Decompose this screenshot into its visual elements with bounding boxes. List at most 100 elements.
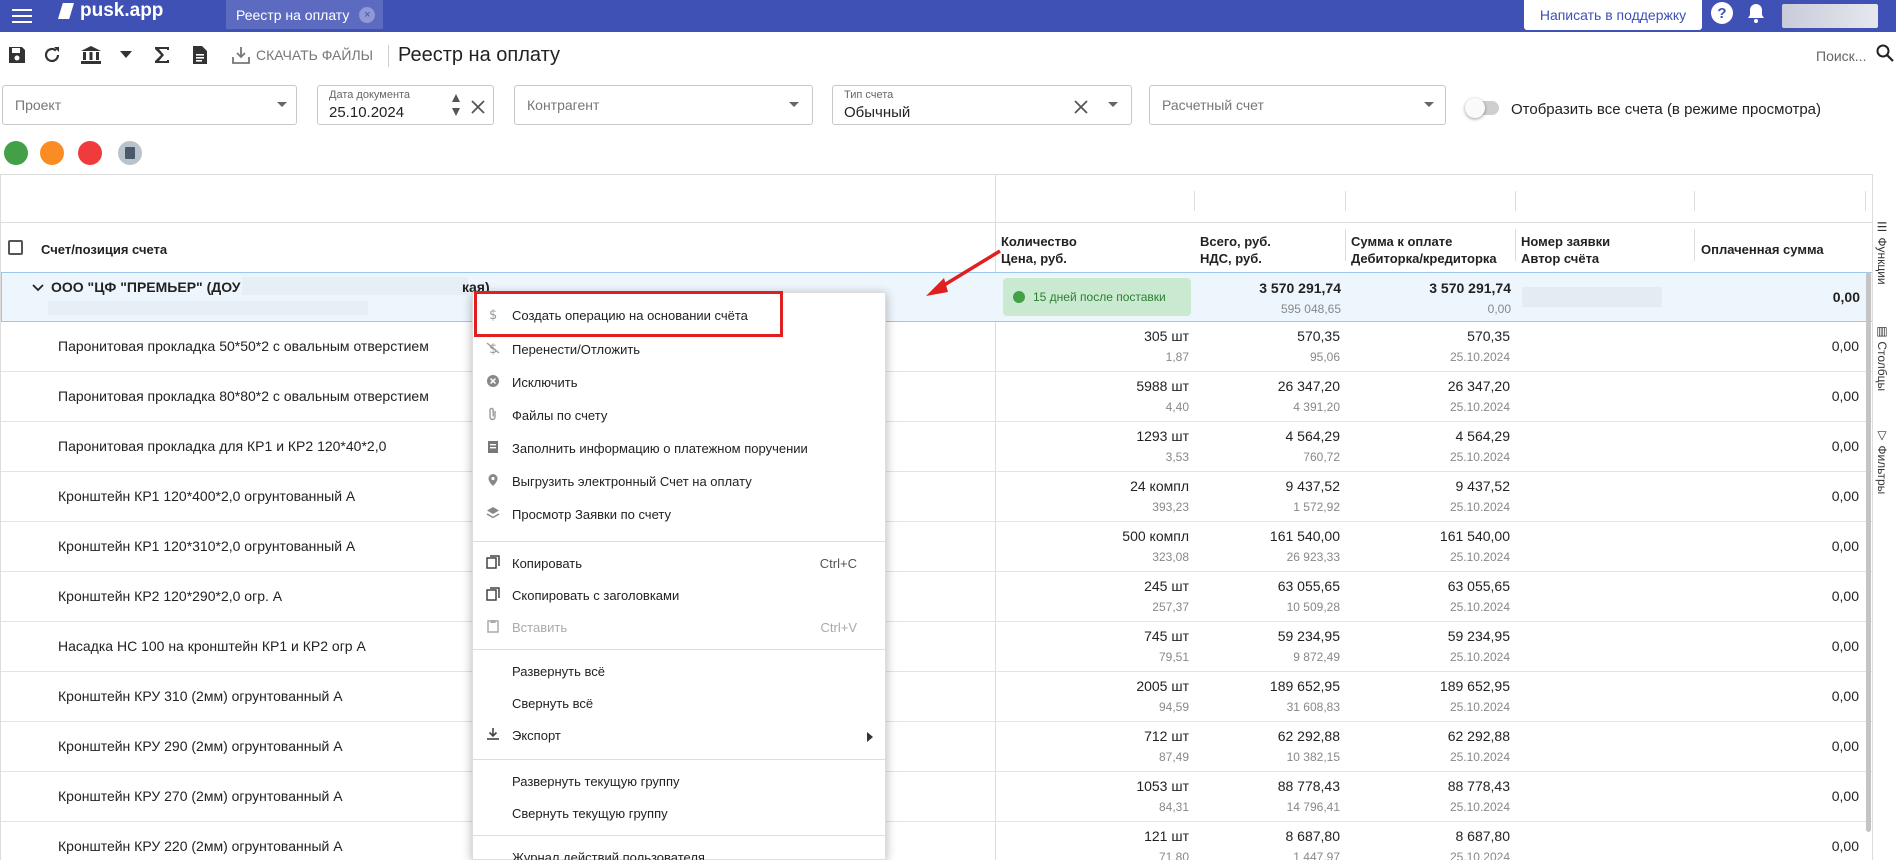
item-qty: 1293 шт: [1136, 428, 1189, 444]
tab-payment-registry[interactable]: Реестр на оплату ×: [226, 0, 383, 29]
menu-divider: [473, 835, 885, 836]
item-total: 26 347,20: [1277, 378, 1340, 394]
header-qty[interactable]: Количество Цена, руб.: [1001, 233, 1077, 267]
search-icon[interactable]: [1876, 44, 1894, 67]
counterparty-select[interactable]: Контрагент: [514, 85, 813, 125]
search-input[interactable]: Поиск...: [1816, 48, 1866, 64]
item-paid: 0,00: [1831, 838, 1859, 854]
document-icon[interactable]: [189, 44, 211, 66]
counterparty-placeholder: Контрагент: [527, 97, 600, 113]
table-row[interactable]: Кронштейн КРУ 310 (2мм) огрунтованный А 2…: [1, 672, 1872, 722]
document-date-field[interactable]: Дата документа 25.10.2024: [317, 85, 494, 125]
bell-icon[interactable]: [1745, 2, 1767, 24]
item-date: 25.10.2024: [1449, 400, 1510, 414]
menu-item-expand-all[interactable]: Развернуть всё: [473, 657, 885, 685]
table-row[interactable]: Кронштейн КР1 120*310*2,0 огрунтованный …: [1, 522, 1872, 572]
table-row[interactable]: Кронштейн КРУ 290 (2мм) огрунтованный А 7…: [1, 722, 1872, 772]
table-row[interactable]: Кронштейн КРУ 270 (2мм) огрунтованный А 1…: [1, 772, 1872, 822]
item-paid: 0,00: [1831, 538, 1859, 554]
calculator-icon[interactable]: [118, 141, 142, 165]
filters-tab[interactable]: ▽ Фильтры: [1875, 428, 1889, 494]
chevron-down-icon: [277, 102, 287, 107]
menu-item-collapse-all[interactable]: Свернуть всё: [473, 689, 885, 717]
item-total: 4 564,29: [1285, 428, 1341, 444]
status-dot-icon: [1013, 291, 1025, 303]
save-icon[interactable]: [6, 44, 28, 66]
header-request[interactable]: Номер заявки Автор счёта: [1521, 233, 1610, 267]
item-pay: 62 292,88: [1447, 728, 1510, 744]
item-total: 88 778,43: [1277, 778, 1340, 794]
menu-icon[interactable]: [12, 5, 32, 25]
item-qty: 745 шт: [1144, 628, 1189, 644]
app-logo[interactable]: pusk.app: [58, 0, 163, 22]
support-button[interactable]: Написать в поддержку: [1524, 0, 1702, 30]
menu-label: Свернуть текущую группу: [512, 806, 668, 821]
menu-item-copy-with-headers[interactable]: Скопировать с заголовками: [473, 581, 885, 609]
sum-icon[interactable]: [151, 44, 173, 66]
column-divider: [1865, 191, 1866, 211]
menu-item-5[interactable]: Заполнить информацию о платежном поручен…: [473, 434, 885, 462]
header-total[interactable]: Всего, руб. НДС, руб.: [1200, 233, 1271, 267]
header-pay[interactable]: Сумма к оплате Дебиторка/кредиторка: [1351, 233, 1497, 267]
menu-item-7[interactable]: Просмотр Заявки по счету: [473, 500, 885, 528]
item-total: 570,35: [1297, 328, 1340, 344]
item-pay: 26 347,20: [1447, 378, 1510, 394]
status-green-button[interactable]: [4, 141, 28, 165]
item-paid: 0,00: [1831, 588, 1859, 604]
menu-label: Свернуть всё: [512, 696, 594, 711]
item-paid: 0,00: [1831, 638, 1859, 654]
group-paid: 0,00: [1832, 289, 1860, 305]
table-row[interactable]: Паронитовая прокладка 50*50*2 с овальным…: [1, 322, 1872, 372]
menu-item-6[interactable]: Выгрузить электронный Счет на оплату: [473, 467, 885, 495]
refresh-icon[interactable]: [41, 44, 63, 66]
dollar-strike-icon: $: [485, 340, 501, 356]
menu-item-user-log[interactable]: Журнал действий пользователя: [473, 843, 885, 860]
logo-text: pusk.app: [80, 0, 164, 21]
table-row[interactable]: Паронитовая прокладка 80*80*2 с овальным…: [1, 372, 1872, 422]
table-row[interactable]: Кронштейн КР2 120*290*2,0 огр. А 245 шт 25…: [1, 572, 1872, 622]
header-paid[interactable]: Оплаченная сумма: [1701, 241, 1824, 258]
table-row[interactable]: Кронштейн КР1 120*400*2,0 огрунтованный …: [1, 472, 1872, 522]
tab-close-icon[interactable]: ×: [359, 6, 376, 23]
chevron-down-icon[interactable]: [115, 44, 137, 66]
table-row[interactable]: Кронштейн КРУ 220 (2мм) огрунтованный А 1…: [1, 822, 1872, 860]
date-stepper-icon[interactable]: [451, 92, 461, 121]
item-paid: 0,00: [1831, 688, 1859, 704]
item-price: 94,59: [1158, 700, 1189, 714]
table-row[interactable]: Паронитовая прокладка для КР1 и КР2 120*…: [1, 422, 1872, 472]
menu-item-copy[interactable]: Копировать Ctrl+C: [473, 549, 885, 577]
show-all-toggle[interactable]: [1465, 98, 1499, 118]
download-files-button[interactable]: СКАЧАТЬ ФАЙЛЫ: [232, 46, 373, 64]
status-orange-button[interactable]: [40, 141, 64, 165]
functions-tab[interactable]: ☰ Функции: [1875, 220, 1889, 285]
header-total-line1: Всего, руб.: [1200, 234, 1271, 249]
user-avatar[interactable]: [1782, 4, 1878, 28]
invoice-type-select[interactable]: Тип счета Обычный: [832, 85, 1132, 125]
menu-item-2[interactable]: $ Перенести/Отложить: [473, 335, 885, 363]
status-red-button[interactable]: [78, 141, 102, 165]
item-vat: 31 608,83: [1286, 700, 1340, 714]
menu-item-paste[interactable]: Вставить Ctrl+V: [473, 613, 885, 641]
columns-tab[interactable]: ▥ Столбцы: [1875, 324, 1889, 391]
item-date: 25.10.2024: [1449, 700, 1510, 714]
menu-item-4[interactable]: Файлы по счету: [473, 401, 885, 429]
table-row[interactable]: Насадка НС 100 на кронштейн КР1 и КР2 ог…: [1, 622, 1872, 672]
column-divider: [1515, 229, 1516, 261]
clear-invoice-type-icon[interactable]: [1073, 94, 1089, 121]
menu-item-expand-group[interactable]: Развернуть текущую группу: [473, 767, 885, 795]
bank-account-placeholder: Расчетный счет: [1162, 97, 1264, 113]
functions-label: Функции: [1875, 237, 1889, 285]
item-date: 25.10.2024: [1449, 350, 1510, 364]
help-icon[interactable]: ?: [1711, 2, 1733, 24]
header-position[interactable]: Счет/позиция счета: [41, 241, 167, 258]
bank-account-select[interactable]: Расчетный счет: [1149, 85, 1446, 125]
bank-icon[interactable]: [80, 44, 102, 66]
menu-item-3[interactable]: Исключить: [473, 368, 885, 396]
vertical-scrollbar[interactable]: [1866, 272, 1871, 832]
chevron-down-icon[interactable]: [32, 281, 44, 295]
menu-item-collapse-group[interactable]: Свернуть текущую группу: [473, 799, 885, 827]
menu-item-export[interactable]: Экспорт: [473, 721, 885, 749]
clear-date-icon[interactable]: [470, 94, 486, 121]
select-all-checkbox[interactable]: [8, 240, 23, 255]
project-select[interactable]: Проект: [2, 85, 297, 125]
